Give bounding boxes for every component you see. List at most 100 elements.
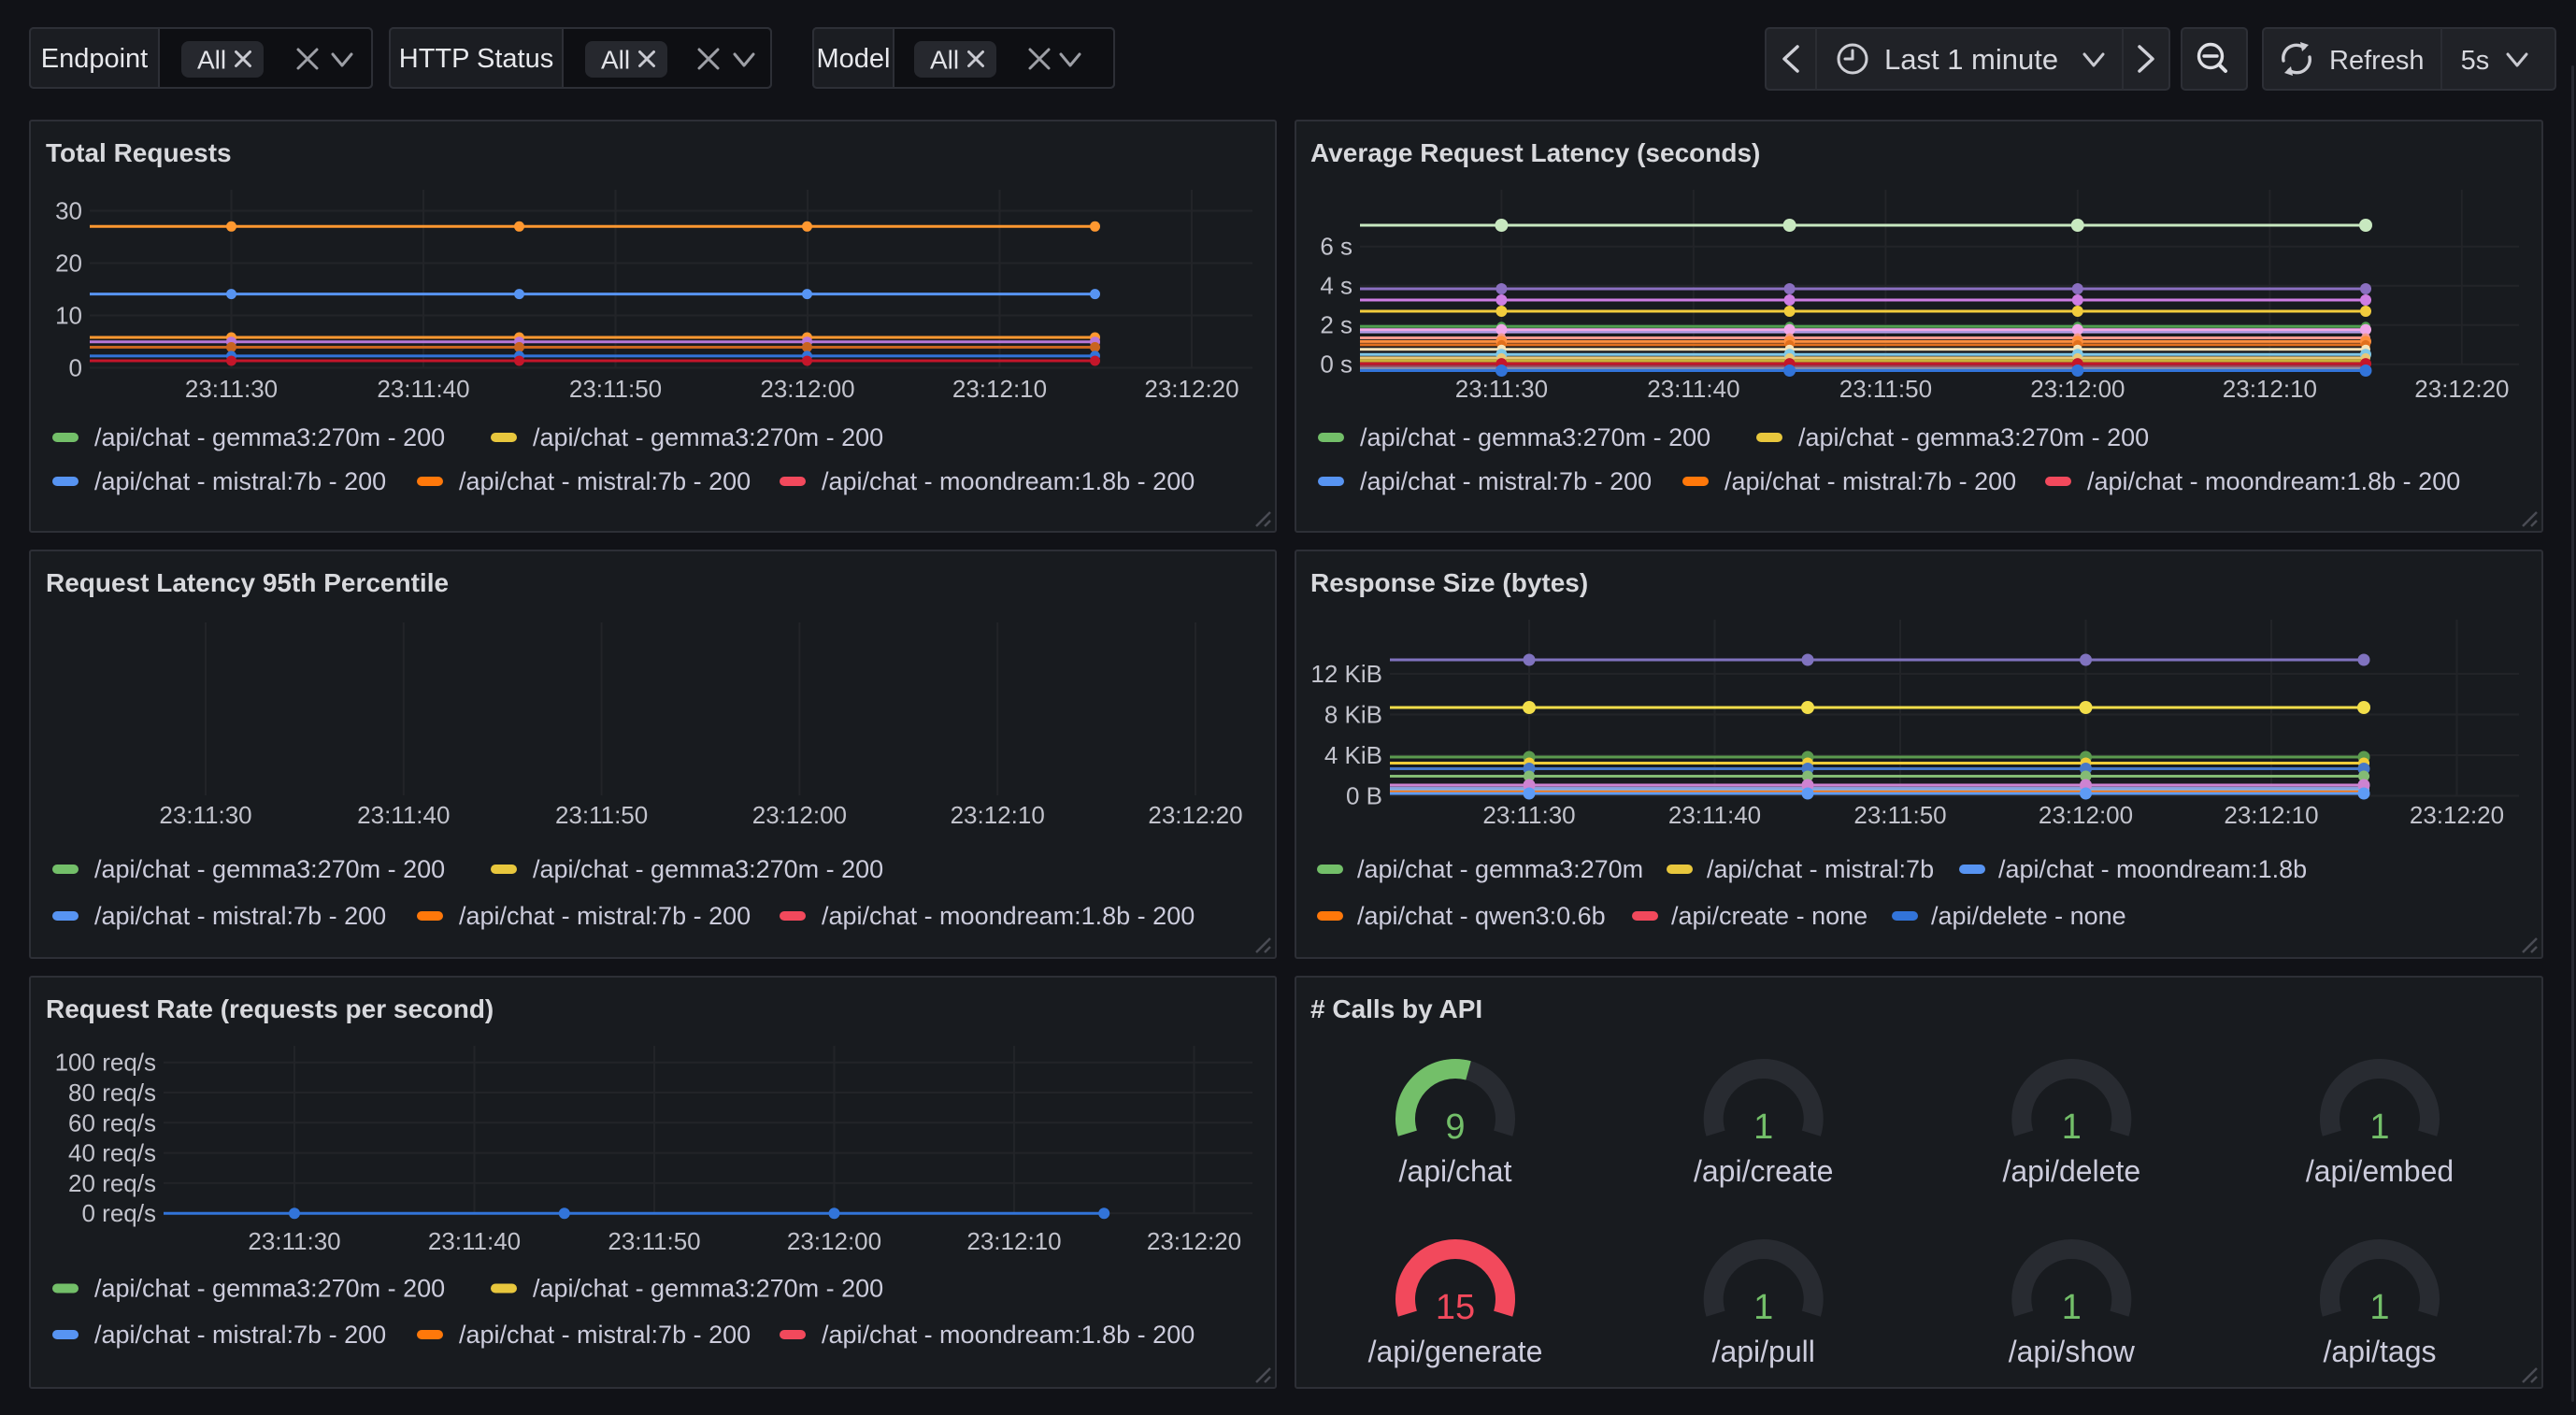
svg-text:/api/create: /api/create [1694,1154,1833,1188]
svg-text:80 req/s: 80 req/s [68,1079,156,1107]
svg-text:All: All [197,46,226,75]
svg-text:1: 1 [1753,1288,1773,1327]
svg-text:/api/chat - mistral:7b - 200: /api/chat - mistral:7b - 200 [94,902,386,930]
svg-text:/api/show: /api/show [2009,1335,2136,1368]
svg-text:/api/chat - moondream:1.8b - 2: /api/chat - moondream:1.8b - 200 [822,902,1195,930]
svg-text:30: 30 [55,197,82,225]
svg-text:Response Size (bytes): Response Size (bytes) [1310,568,1588,597]
svg-text:# Calls by API: # Calls by API [1310,994,1482,1023]
svg-text:/api/chat - qwen3:0.6b: /api/chat - qwen3:0.6b [1357,902,1606,930]
svg-text:23:12:00: 23:12:00 [2030,375,2125,403]
svg-text:/api/chat - mistral:7b - 200: /api/chat - mistral:7b - 200 [94,1321,386,1349]
svg-text:0 B: 0 B [1346,782,1382,810]
svg-text:23:12:10: 23:12:10 [2223,375,2317,403]
svg-text:/api/delete: /api/delete [2002,1154,2140,1188]
svg-text:0: 0 [69,354,82,382]
svg-text:23:11:40: 23:11:40 [1647,375,1739,403]
svg-text:23:12:10: 23:12:10 [952,375,1047,403]
svg-text:Request Latency 95th Percentil: Request Latency 95th Percentile [46,568,449,597]
svg-text:23:11:30: 23:11:30 [1482,801,1575,829]
svg-text:Total Requests: Total Requests [46,138,232,167]
svg-text:10: 10 [55,302,82,330]
svg-text:23:11:50: 23:11:50 [569,375,662,403]
svg-text:/api/delete - none: /api/delete - none [1931,902,2126,930]
svg-text:/api/chat - gemma3:270m - 200: /api/chat - gemma3:270m - 200 [533,423,883,451]
svg-text:1: 1 [2369,1288,2389,1327]
svg-text:6 s: 6 s [1320,233,1352,261]
svg-text:/api/chat - gemma3:270m - 200: /api/chat - gemma3:270m - 200 [1360,423,1710,451]
svg-text:/api/chat - mistral:7b - 200: /api/chat - mistral:7b - 200 [459,467,751,495]
svg-text:Model: Model [817,44,891,74]
svg-text:23:12:20: 23:12:20 [1148,801,1242,829]
svg-text:/api/chat - mistral:7b - 200: /api/chat - mistral:7b - 200 [459,902,751,930]
svg-text:23:11:50: 23:11:50 [1853,801,1946,829]
svg-text:23:12:10: 23:12:10 [2224,801,2318,829]
svg-text:Average Request Latency (secon: Average Request Latency (seconds) [1310,138,1760,167]
svg-text:/api/chat - moondream:1.8b - 2: /api/chat - moondream:1.8b - 200 [822,1321,1195,1349]
svg-text:/api/chat - mistral:7b: /api/chat - mistral:7b [1707,855,1934,883]
svg-text:/api/chat - gemma3:270m - 200: /api/chat - gemma3:270m - 200 [1798,423,2149,451]
svg-text:23:11:40: 23:11:40 [428,1227,521,1255]
svg-text:23:12:00: 23:12:00 [2039,801,2133,829]
svg-text:/api/chat - gemma3:270m - 200: /api/chat - gemma3:270m - 200 [94,855,445,883]
svg-text:23:11:50: 23:11:50 [555,801,648,829]
svg-text:Endpoint: Endpoint [41,44,149,74]
svg-text:/api/chat - gemma3:270m - 200: /api/chat - gemma3:270m - 200 [94,423,445,451]
svg-text:/api/chat: /api/chat [1399,1154,1512,1188]
svg-text:23:12:00: 23:12:00 [787,1227,881,1255]
svg-text:/api/generate: /api/generate [1368,1335,1543,1368]
svg-text:/api/chat - gemma3:270m - 200: /api/chat - gemma3:270m - 200 [94,1275,445,1303]
svg-text:23:11:30: 23:11:30 [1455,375,1548,403]
svg-text:1: 1 [1753,1108,1773,1147]
svg-text:23:12:20: 23:12:20 [2410,801,2504,829]
svg-text:23:11:30: 23:11:30 [159,801,251,829]
svg-text:/api/chat - moondream:1.8b - 2: /api/chat - moondream:1.8b - 200 [822,467,1195,495]
svg-text:5s: 5s [2461,46,2490,76]
svg-text:/api/chat - mistral:7b - 200: /api/chat - mistral:7b - 200 [94,467,386,495]
svg-text:0 s: 0 s [1320,350,1352,379]
svg-text:23:12:10: 23:12:10 [951,801,1045,829]
svg-text:All: All [601,46,630,75]
svg-text:23:12:10: 23:12:10 [966,1227,1061,1255]
svg-text:Refresh: Refresh [2329,46,2425,76]
svg-text:23:11:40: 23:11:40 [377,375,469,403]
svg-text:23:12:20: 23:12:20 [1147,1227,1241,1255]
svg-text:4 KiB: 4 KiB [1324,741,1382,769]
svg-text:2 s: 2 s [1320,311,1352,339]
svg-text:23:11:40: 23:11:40 [1668,801,1761,829]
svg-text:23:11:50: 23:11:50 [1839,375,1932,403]
svg-text:All: All [930,46,959,75]
svg-text:23:12:00: 23:12:00 [760,375,854,403]
svg-text:1: 1 [2062,1288,2082,1327]
svg-text:/api/chat - gemma3:270m - 200: /api/chat - gemma3:270m - 200 [533,855,883,883]
svg-text:20 req/s: 20 req/s [68,1169,156,1197]
svg-text:/api/chat - mistral:7b - 200: /api/chat - mistral:7b - 200 [1360,467,1652,495]
svg-text:Request Rate (requests per sec: Request Rate (requests per second) [46,994,494,1023]
svg-text:23:12:00: 23:12:00 [752,801,847,829]
svg-text:1: 1 [2369,1108,2389,1147]
svg-text:/api/chat - gemma3:270m: /api/chat - gemma3:270m [1357,855,1643,883]
svg-text:9: 9 [1445,1108,1465,1147]
svg-text:23:12:20: 23:12:20 [1144,375,1238,403]
svg-text:/api/tags: /api/tags [2324,1335,2437,1368]
svg-text:23:11:30: 23:11:30 [248,1227,340,1255]
svg-text:12 KiB: 12 KiB [1310,660,1382,688]
svg-text:20: 20 [55,250,82,278]
svg-text:4 s: 4 s [1320,272,1352,300]
svg-text:15: 15 [1436,1288,1475,1327]
svg-text:/api/pull: /api/pull [1712,1335,1815,1368]
svg-text:/api/chat - gemma3:270m - 200: /api/chat - gemma3:270m - 200 [533,1275,883,1303]
svg-text:100 req/s: 100 req/s [55,1049,156,1077]
svg-text:8 KiB: 8 KiB [1324,701,1382,729]
svg-text:40 req/s: 40 req/s [68,1139,156,1167]
svg-text:/api/embed: /api/embed [2306,1154,2454,1188]
svg-text:/api/create - none: /api/create - none [1671,902,1868,930]
svg-text:HTTP Status: HTTP Status [399,44,553,74]
svg-text:23:11:40: 23:11:40 [357,801,450,829]
svg-text:60 req/s: 60 req/s [68,1108,156,1136]
svg-text:/api/chat - moondream:1.8b - 2: /api/chat - moondream:1.8b - 200 [2087,467,2460,495]
svg-text:23:11:30: 23:11:30 [185,375,278,403]
svg-text:23:12:20: 23:12:20 [2414,375,2509,403]
svg-text:0 req/s: 0 req/s [82,1199,157,1227]
svg-text:Last 1 minute: Last 1 minute [1884,43,2058,76]
